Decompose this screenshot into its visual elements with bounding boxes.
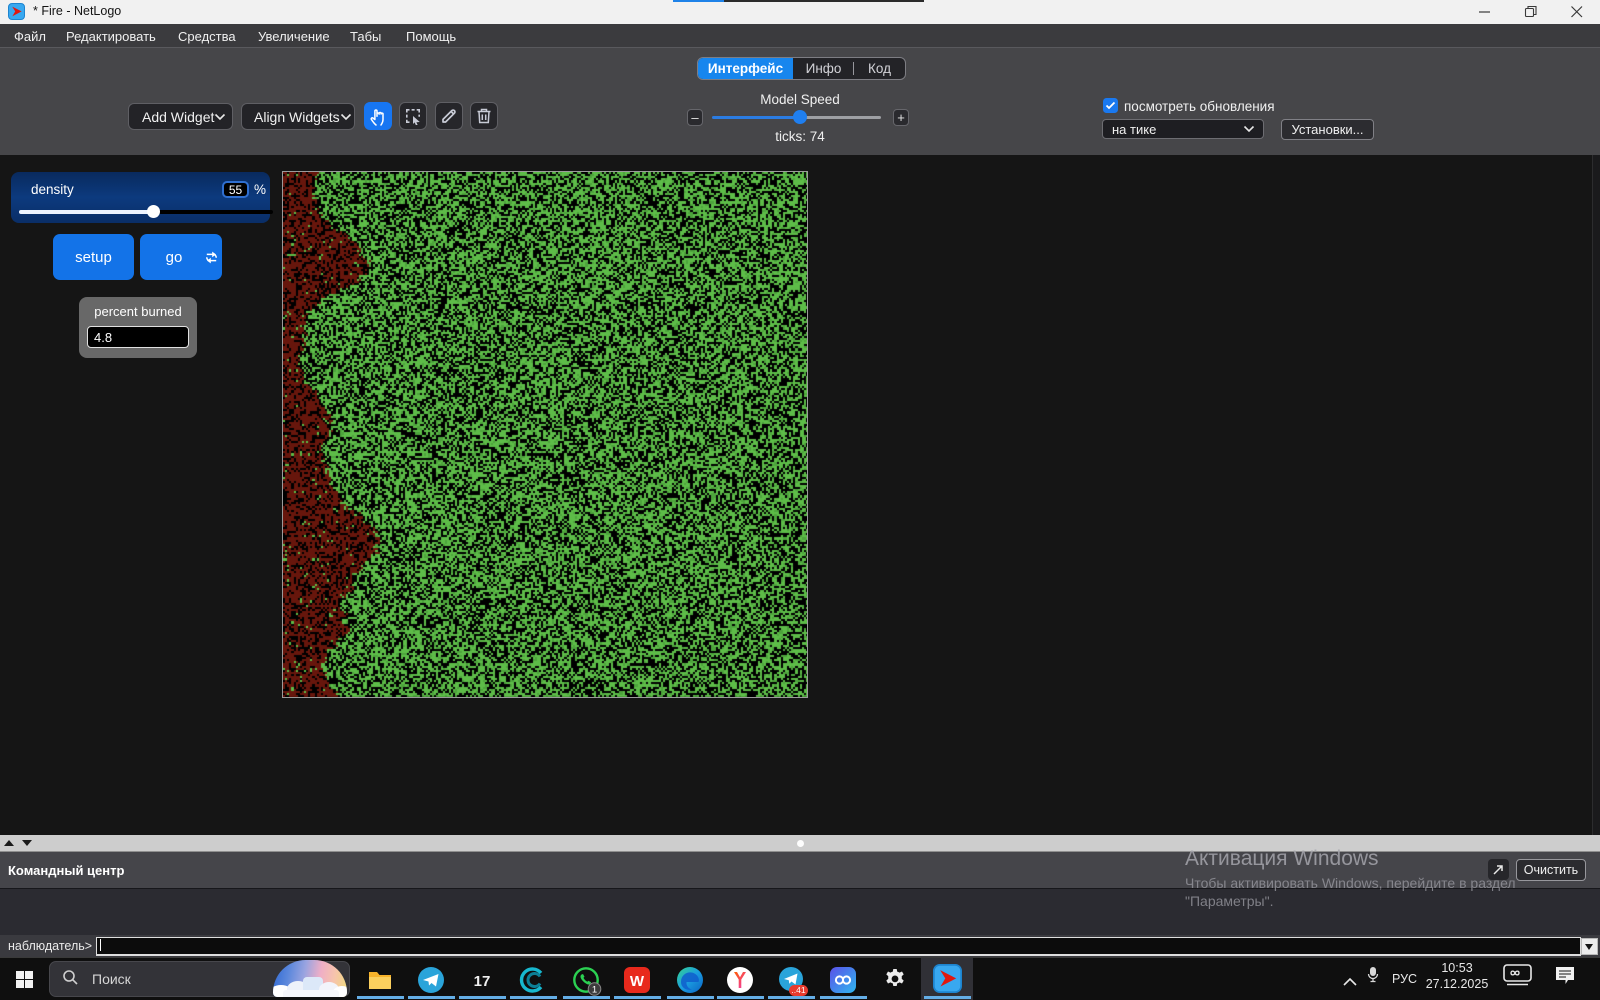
- svg-text:W: W: [630, 973, 645, 990]
- svg-text:..41: ..41: [791, 985, 805, 995]
- svg-text:17: 17: [474, 973, 491, 990]
- svg-text:1: 1: [592, 985, 597, 996]
